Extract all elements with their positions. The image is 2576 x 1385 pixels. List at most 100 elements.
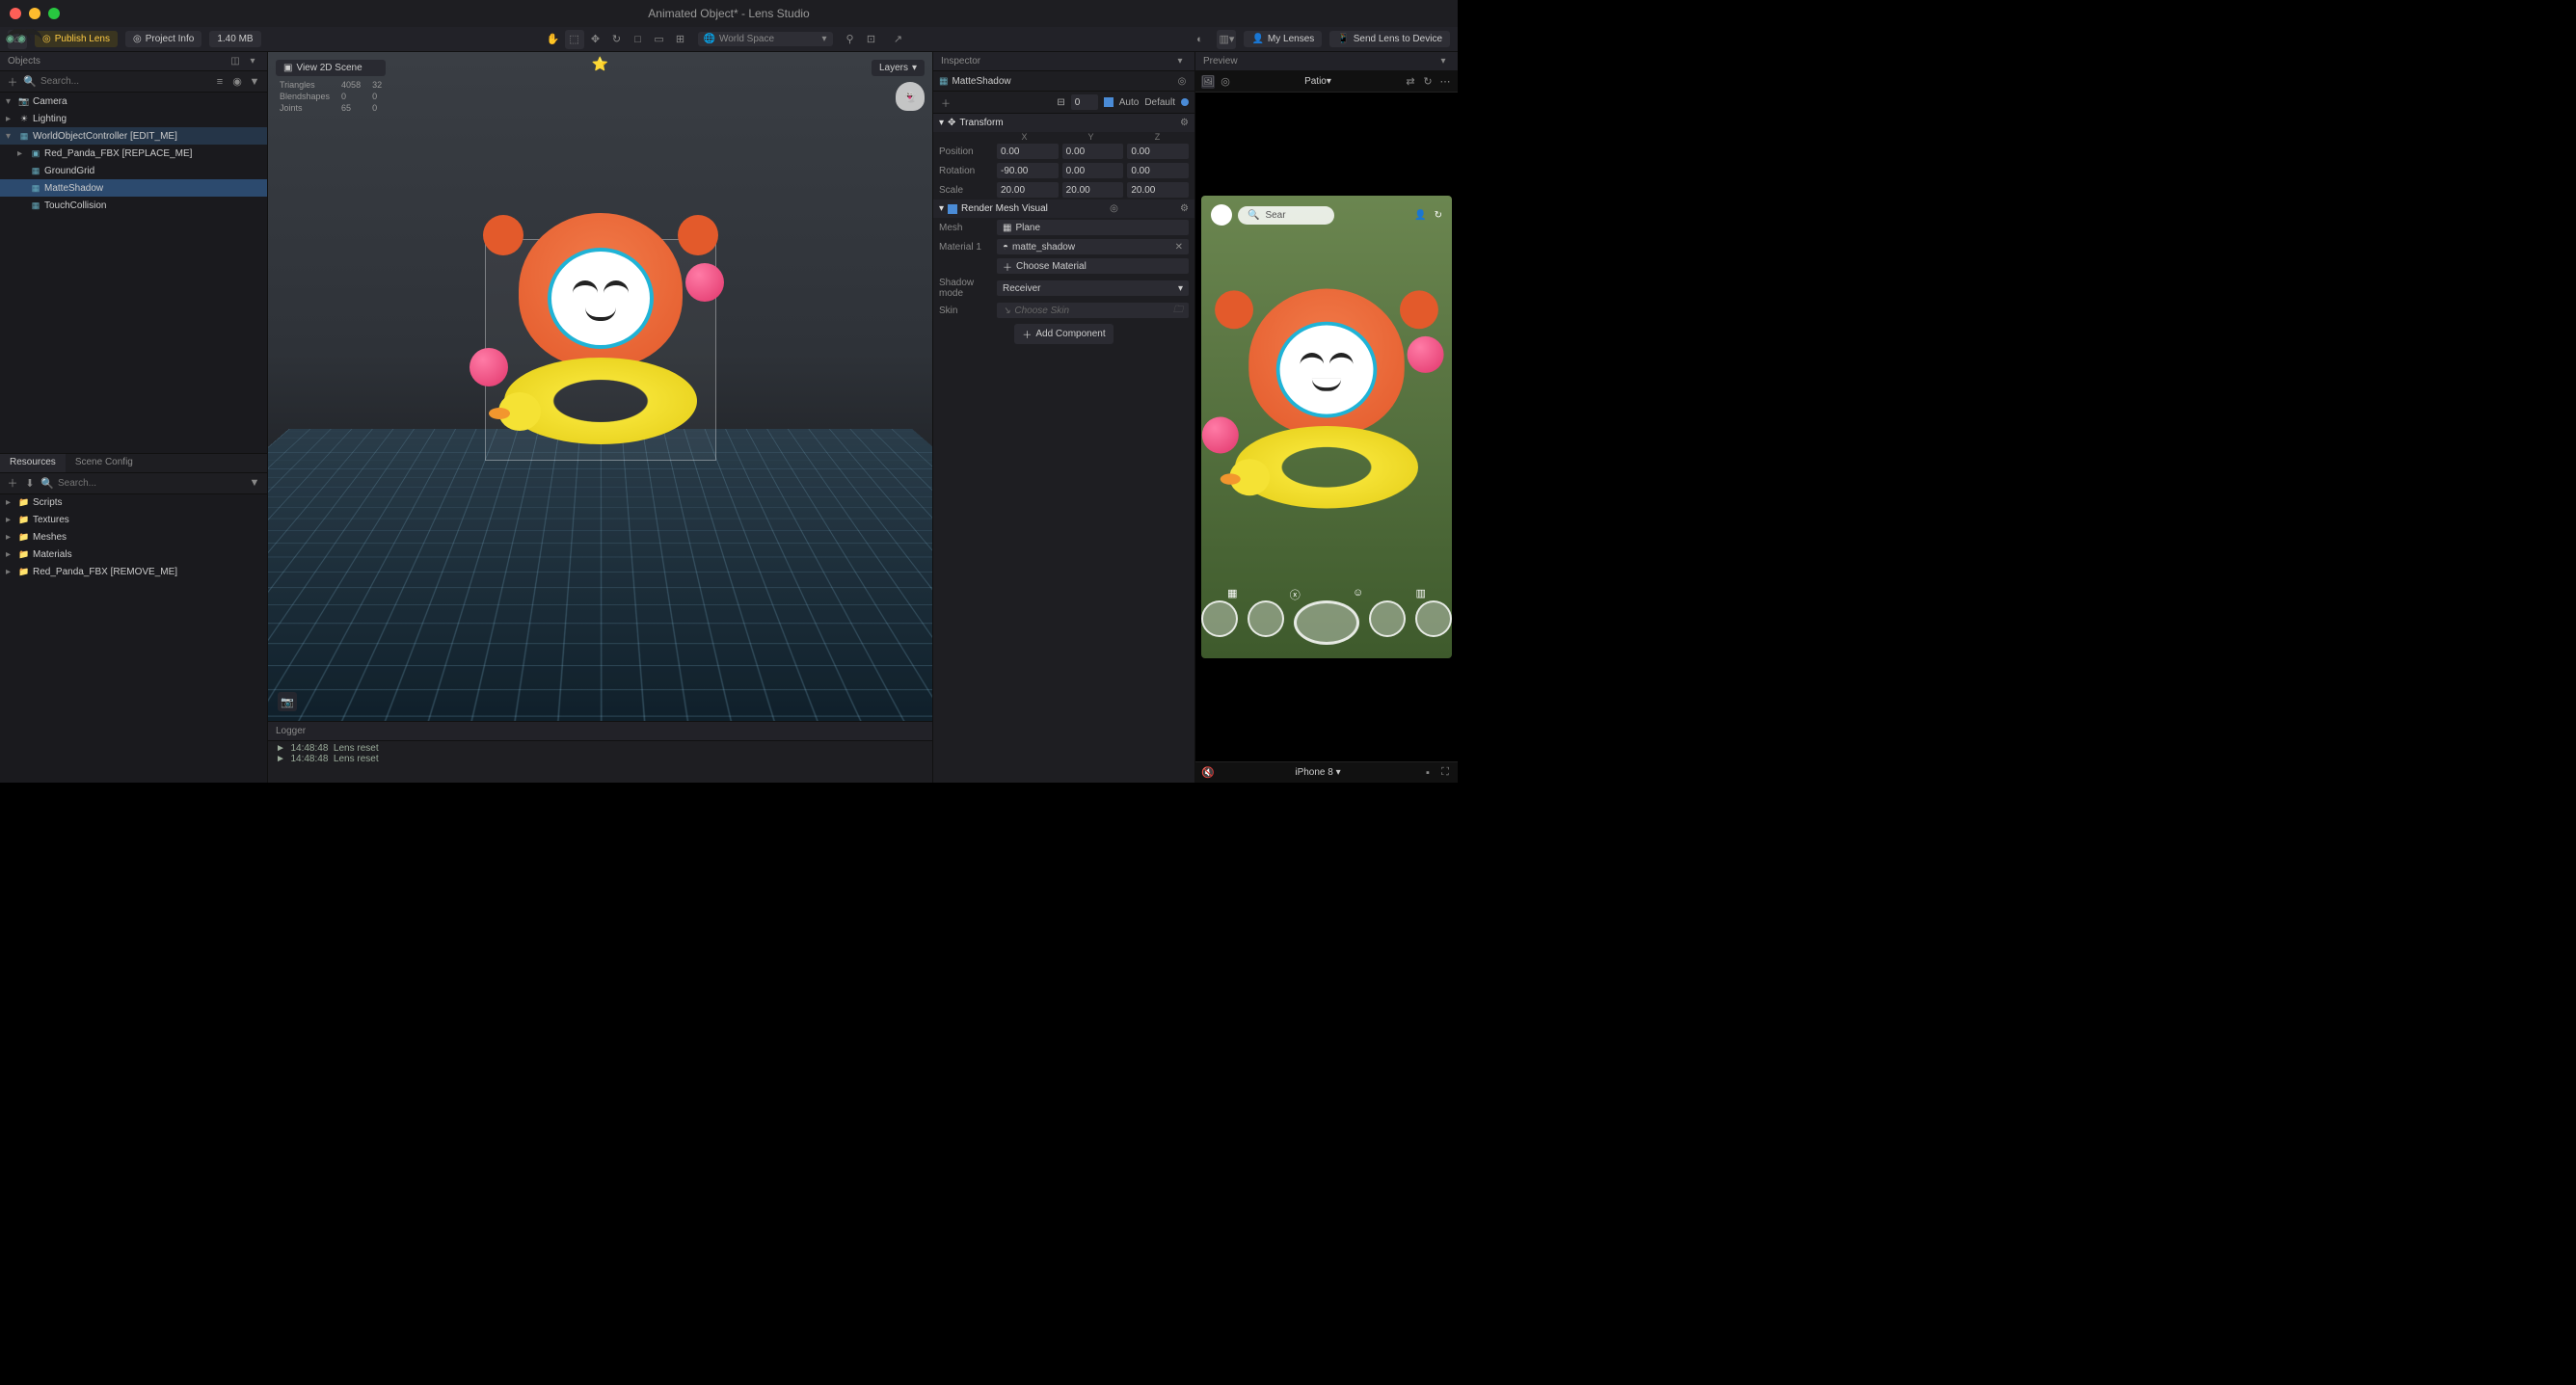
objects-filter-icon[interactable]: ▼ — [248, 75, 261, 89]
preview-mute-icon[interactable]: 🔇 — [1201, 766, 1215, 780]
material-value-chip[interactable]: ◓ matte_shadow✕ — [997, 239, 1189, 254]
viewport-camera-icon[interactable]: 📷 — [278, 692, 297, 711]
scale-tool-icon[interactable]: □ — [629, 30, 648, 49]
project-info-button[interactable]: ◎ Project Info — [125, 31, 201, 47]
rotation-x-input[interactable]: -90.00 — [997, 163, 1059, 178]
my-lenses-button[interactable]: 👤 My Lenses — [1244, 31, 1322, 47]
tree-item-world-controller[interactable]: ▾▦WorldObjectController [EDIT_ME]◉ — [0, 127, 267, 145]
coordinate-space-select[interactable]: 🌐 World Space▾ — [698, 32, 833, 46]
browse-skin-icon[interactable]: 🗀 — [1173, 303, 1183, 319]
component-target-icon[interactable]: ◎ — [1110, 203, 1118, 214]
resource-item[interactable]: ▸📁Meshes — [0, 529, 267, 546]
tree-item-touch-collision[interactable]: ▦TouchCollision◉ — [0, 197, 267, 214]
snapchat-ghost-icon[interactable]: 👻 — [896, 82, 925, 111]
shadow-mode-select[interactable]: Receiver▾ — [997, 280, 1189, 296]
scene-viewport[interactable]: ⭐ ▣ View 2D Scene Triangles405832 Blends… — [268, 52, 932, 721]
add-resource-button[interactable]: ＋ — [6, 476, 19, 490]
position-y-input[interactable]: 0.00 — [1062, 144, 1124, 159]
preview-image-mode-icon[interactable]: 🖼 — [1201, 75, 1215, 89]
position-z-input[interactable]: 0.00 — [1127, 144, 1189, 159]
rotate-tool-icon[interactable]: ↻ — [607, 30, 627, 49]
position-x-input[interactable]: 0.00 — [997, 144, 1059, 159]
layout-settings-icon[interactable]: ▥▾ — [1217, 30, 1236, 49]
resources-filter-icon[interactable]: ▼ — [248, 476, 261, 490]
inspector-collapse-icon[interactable]: ▾ — [1173, 55, 1187, 68]
add-component-button[interactable]: ＋ Add Component — [1014, 324, 1113, 344]
scale-y-input[interactable]: 20.00 — [1062, 182, 1124, 198]
send-to-device-button[interactable]: 📱 Send Lens to Device — [1329, 31, 1450, 47]
remove-material-icon[interactable]: ✕ — [1175, 242, 1183, 253]
chevron-right-icon[interactable]: ▸ — [6, 567, 15, 577]
preview-more-icon[interactable]: ⋯ — [1438, 75, 1452, 89]
layer-color-dot[interactable] — [1181, 98, 1189, 106]
preview-shuffle-icon[interactable]: ⇄ — [1404, 75, 1417, 89]
objects-lock-icon[interactable]: ◉ — [230, 75, 244, 89]
chevron-right-icon[interactable]: ▸ — [6, 114, 15, 124]
chevron-down-icon[interactable]: ▾ — [6, 131, 15, 142]
add-object-button[interactable]: ＋ — [6, 75, 19, 89]
tree-item-ground-grid[interactable]: ▦GroundGrid◉ — [0, 162, 267, 179]
select-tool-icon[interactable]: ⬚ — [565, 30, 584, 49]
snap-settings-icon[interactable]: ⊡ — [862, 30, 881, 49]
device-preview-icon[interactable]: ↗ — [889, 30, 908, 49]
component-enabled-checkbox[interactable] — [948, 204, 957, 214]
maximize-window-button[interactable] — [48, 8, 60, 19]
chevron-right-icon[interactable]: ▸ — [6, 532, 15, 543]
tree-item-lighting[interactable]: ▸☀Lighting◉ — [0, 110, 267, 127]
preview-refresh-icon[interactable]: ↻ — [1421, 75, 1435, 89]
close-window-button[interactable] — [10, 8, 21, 19]
skin-value-chip[interactable]: ↘ Choose Skin🗀 — [997, 303, 1189, 318]
magnet-icon[interactable]: ⚲ — [841, 30, 860, 49]
resource-item[interactable]: ▸📁Scripts — [0, 494, 267, 512]
resource-item[interactable]: ▸📁Red_Panda_FBX [REMOVE_ME] — [0, 564, 267, 581]
preview-fullscreen-icon[interactable]: ⛶ — [1438, 766, 1452, 780]
tab-scene-config[interactable]: Scene Config — [66, 454, 143, 472]
preview-device-select[interactable]: iPhone 8 ▾ — [1219, 767, 1417, 778]
tree-item-red-panda[interactable]: ▸▣Red_Panda_FBX [REPLACE_ME]◉ — [0, 145, 267, 162]
transform-section-header[interactable]: ▾ ✥ Transform ⚙ — [933, 114, 1194, 132]
view-2d-scene-button[interactable]: ▣ View 2D Scene — [276, 60, 386, 76]
publish-lens-button[interactable]: ◎ Publish Lens — [35, 31, 118, 47]
minimize-window-button[interactable] — [29, 8, 40, 19]
chevron-right-icon[interactable]: ▸ — [6, 497, 15, 508]
layer-id-value[interactable]: 0 — [1071, 94, 1098, 110]
objects-collapse-icon[interactable]: ▾ — [246, 55, 259, 68]
logger-body[interactable]: ► 14:48:48 Lens reset ► 14:48:48 Lens re… — [268, 741, 932, 783]
pan-tool-icon[interactable]: ✋ — [544, 30, 563, 49]
preview-scene-select[interactable]: Patio▾ — [1236, 76, 1400, 87]
snap-tool-icon[interactable]: ⊞ — [671, 30, 690, 49]
tree-item-matte-shadow[interactable]: ▦MatteShadow◉ — [0, 179, 267, 197]
mesh-value-chip[interactable]: ▦ Plane — [997, 220, 1189, 235]
rotation-y-input[interactable]: 0.00 — [1062, 163, 1124, 178]
inspector-target-icon[interactable]: ◎ — [1175, 74, 1189, 88]
import-resource-button[interactable]: ⬇ — [23, 476, 37, 490]
chevron-right-icon[interactable]: ▸ — [6, 515, 15, 525]
rect-tool-icon[interactable]: ▭ — [650, 30, 669, 49]
resource-item[interactable]: ▸📁Textures — [0, 512, 267, 529]
objects-view-icon[interactable]: ◫ — [228, 55, 242, 68]
scale-z-input[interactable]: 20.00 — [1127, 182, 1189, 198]
tree-item-camera[interactable]: ▾📷Camera◉ — [0, 93, 267, 110]
layers-dropdown[interactable]: Layers ▾ — [872, 60, 925, 76]
resource-item[interactable]: ▸📁Materials — [0, 546, 267, 564]
objects-view-toggle-icon[interactable]: ≡ — [213, 75, 227, 89]
preview-record-icon[interactable]: ▪ — [1421, 766, 1435, 780]
preview-viewport[interactable]: 🔍 Sear 👤 ↻ ▦ ⓧ ☺ ▥ — [1195, 93, 1458, 761]
objects-search-input[interactable] — [40, 76, 209, 87]
render-mesh-section-header[interactable]: ▾ Render Mesh Visual ◎ ⚙ — [933, 200, 1194, 218]
preview-collapse-icon[interactable]: ▾ — [1436, 55, 1450, 68]
choose-material-button[interactable]: ＋ Choose Material — [997, 258, 1189, 274]
gear-icon[interactable]: ⚙ — [1180, 118, 1189, 128]
chevron-right-icon[interactable]: ▸ — [6, 549, 15, 560]
theme-toggle-icon[interactable]: ◐ — [1190, 30, 1209, 49]
rotation-z-input[interactable]: 0.00 — [1127, 163, 1189, 178]
chevron-right-icon[interactable]: ▸ — [17, 148, 27, 159]
scale-x-input[interactable]: 20.00 — [997, 182, 1059, 198]
preview-webcam-mode-icon[interactable]: ◎ — [1219, 75, 1232, 89]
tab-resources[interactable]: Resources — [0, 454, 66, 472]
auto-checkbox[interactable] — [1104, 97, 1114, 107]
gear-icon[interactable]: ⚙ — [1180, 203, 1189, 214]
add-icon[interactable]: ＋ — [939, 95, 953, 109]
move-tool-icon[interactable]: ✥ — [586, 30, 605, 49]
resources-search-input[interactable] — [58, 478, 244, 489]
